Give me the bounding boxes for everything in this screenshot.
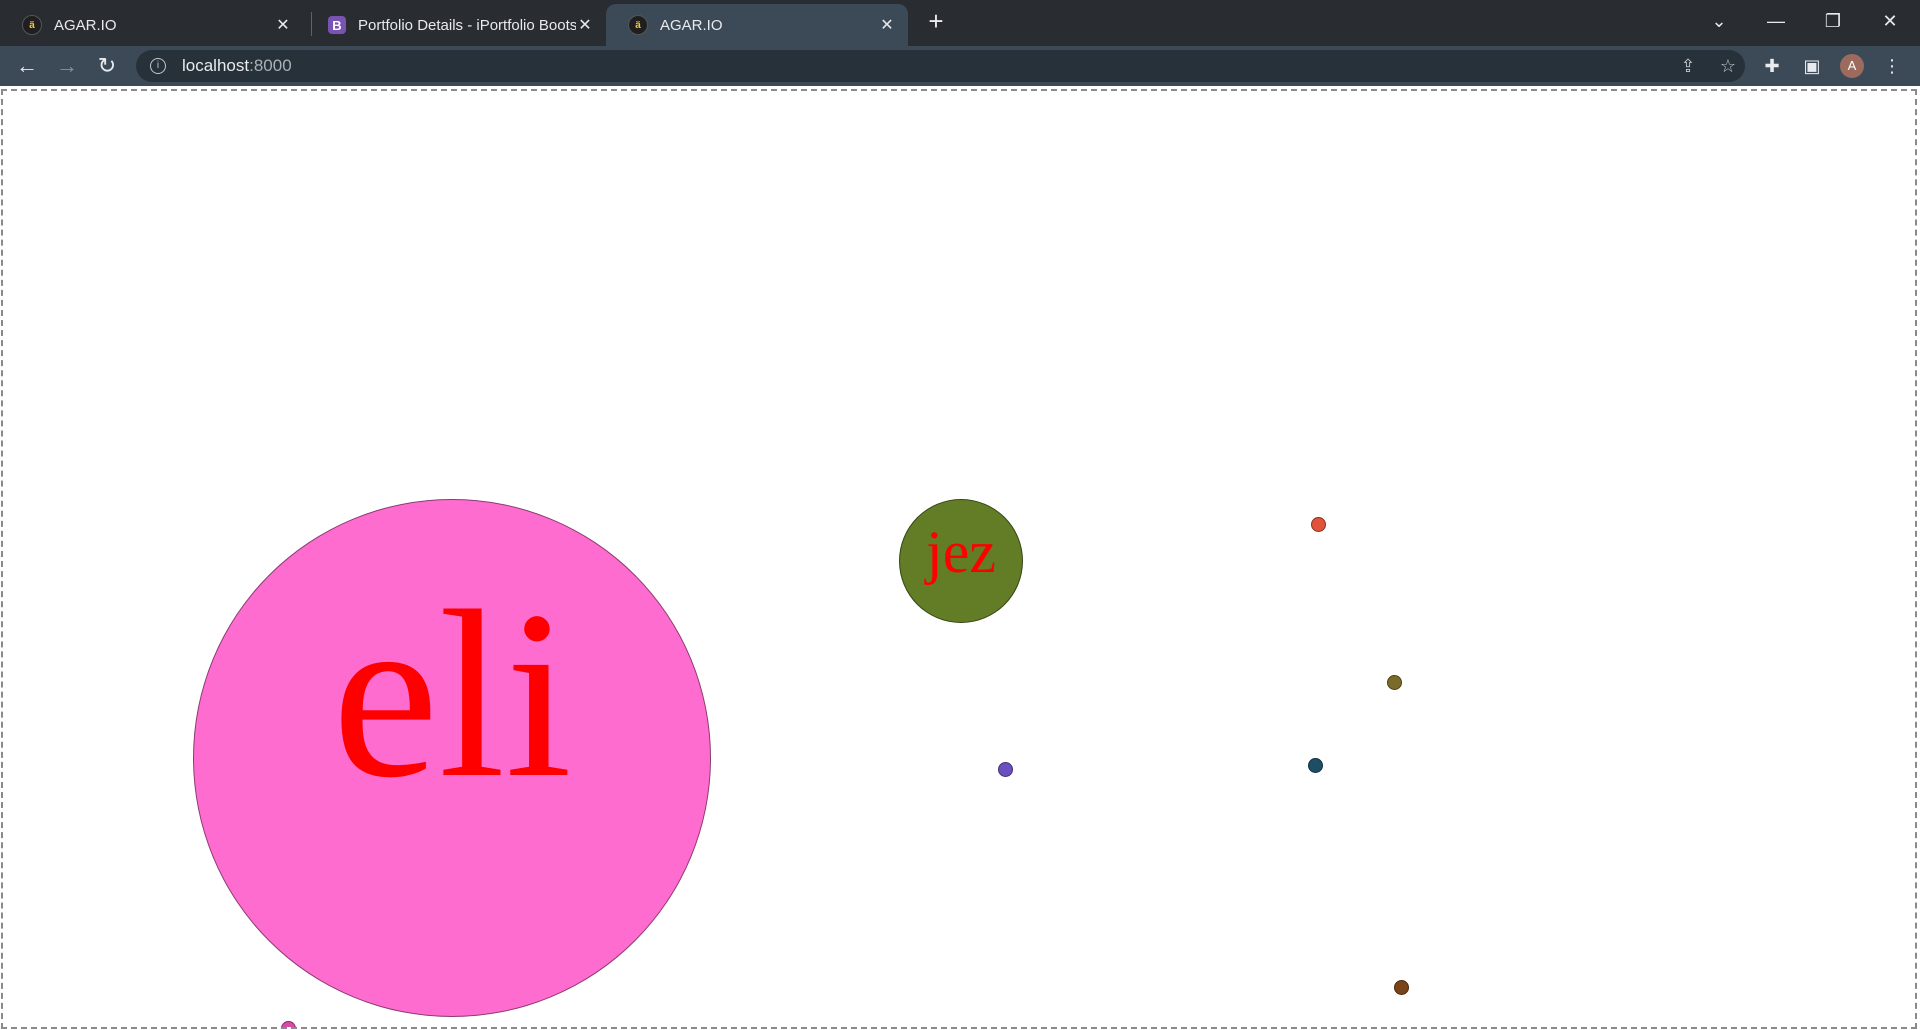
forward-arrow-icon[interactable]: → bbox=[52, 51, 82, 81]
player-name-label: jez bbox=[926, 519, 996, 585]
side-panel-icon[interactable]: ▣ bbox=[1800, 54, 1824, 78]
tab-strip: ä AGAR.IO ✕ B Portfolio Details - iPortf… bbox=[0, 0, 1920, 46]
close-tab-icon[interactable]: ✕ bbox=[576, 15, 594, 35]
tab-portfolio[interactable]: B Portfolio Details - iPortfolio Bootstr… bbox=[306, 4, 606, 46]
game-canvas[interactable]: eli jez bbox=[1, 89, 1917, 1029]
browser-toolbar: ← → ↻ i localhost:8000 ⇪ ☆ ✚ ▣ A ⋮ bbox=[0, 46, 1920, 86]
close-window-icon[interactable]: ✕ bbox=[1870, 6, 1910, 36]
tab-title: AGAR.IO bbox=[54, 16, 117, 34]
player-cell-jez: jez bbox=[899, 499, 1023, 623]
player-cell-eli: eli bbox=[193, 499, 711, 1017]
tab-agario-1[interactable]: ä AGAR.IO ✕ bbox=[0, 4, 304, 46]
url-host: localhost bbox=[182, 56, 250, 75]
tab-search-chevron-icon[interactable]: ⌄ bbox=[1699, 6, 1739, 36]
agario-favicon-icon: ä bbox=[22, 15, 42, 35]
food-pellet bbox=[1394, 980, 1409, 995]
bootstrap-favicon-icon: B bbox=[328, 16, 346, 34]
restore-icon[interactable]: ❐ bbox=[1813, 6, 1853, 36]
tab-agario-active[interactable]: ä AGAR.IO ✕ bbox=[606, 4, 908, 46]
tab-title: AGAR.IO bbox=[660, 16, 723, 34]
agario-favicon-icon: ä bbox=[628, 15, 648, 35]
back-arrow-icon[interactable]: ← bbox=[12, 51, 42, 81]
site-info-icon[interactable]: i bbox=[150, 58, 166, 74]
new-tab-plus-icon[interactable]: + bbox=[922, 6, 950, 36]
food-pellet bbox=[1311, 517, 1326, 532]
food-pellet bbox=[998, 762, 1013, 777]
bookmark-star-icon[interactable]: ☆ bbox=[1716, 54, 1740, 78]
player-name-label: eli bbox=[332, 561, 572, 827]
close-tab-icon[interactable]: ✕ bbox=[274, 15, 292, 35]
share-icon[interactable]: ⇪ bbox=[1676, 54, 1700, 78]
food-pellet bbox=[1308, 758, 1323, 773]
reload-icon[interactable]: ↻ bbox=[92, 51, 122, 81]
address-bar[interactable]: i localhost:8000 ⇪ ☆ bbox=[136, 50, 1745, 82]
minimize-icon[interactable]: — bbox=[1756, 6, 1796, 36]
food-pellet bbox=[1387, 675, 1402, 690]
extensions-puzzle-icon[interactable]: ✚ bbox=[1760, 54, 1784, 78]
url-port: :8000 bbox=[249, 56, 292, 75]
profile-avatar[interactable]: A bbox=[1840, 54, 1864, 78]
close-tab-icon[interactable]: ✕ bbox=[878, 15, 896, 35]
tab-title: Portfolio Details - iPortfolio Bootstrap bbox=[358, 16, 576, 34]
menu-kebab-icon[interactable]: ⋮ bbox=[1880, 54, 1904, 78]
food-pellet bbox=[281, 1021, 296, 1027]
